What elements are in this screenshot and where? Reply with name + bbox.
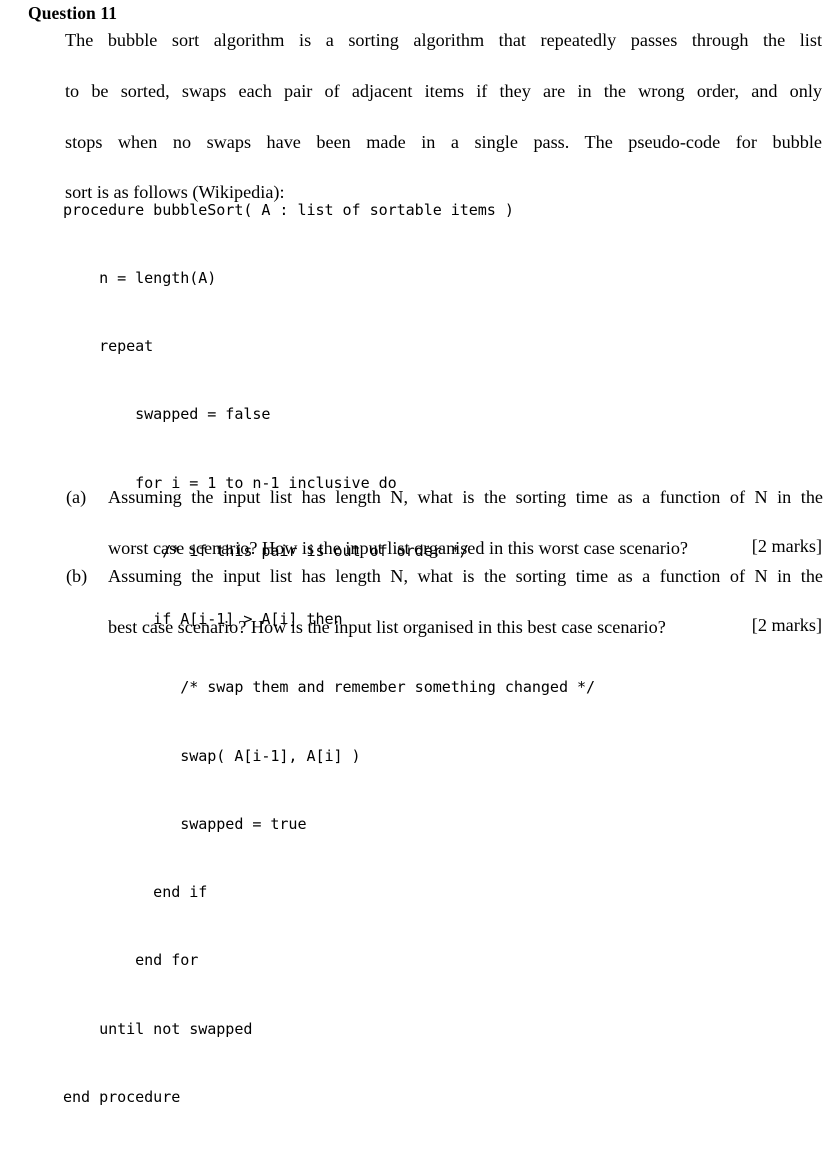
code-line: swap( A[i-1], A[i] ): [63, 746, 361, 765]
code-line: procedure bubbleSort( A : list of sortab…: [63, 200, 514, 219]
code-line: repeat: [63, 337, 154, 355]
sub-question-marker: (b): [66, 566, 88, 586]
code-line: end for: [63, 951, 199, 970]
marks-label-a: [2 marks]: [751, 536, 822, 556]
code-line: until not swapped: [63, 1019, 253, 1038]
sub-question-marker: (a): [66, 487, 87, 507]
code-line: end procedure: [63, 1087, 181, 1106]
marks-label-b: [2 marks]: [751, 615, 822, 635]
intro-line: The bubble sort algorithm is a sorting a…: [65, 30, 822, 50]
code-line: /* swap them and remember something chan…: [63, 678, 596, 697]
code-line: swapped = false: [63, 405, 271, 424]
sub-question-line: Assuming the input list has length N, wh…: [108, 487, 823, 507]
pseudocode-block: procedure bubbleSort( A : list of sortab…: [63, 153, 595, 1154]
code-line: end if: [63, 883, 208, 901]
sub-question-line: Assuming the input list has length N, wh…: [108, 566, 823, 586]
exam-question-page: Question 11 The bubble sort algorithm is…: [0, 0, 831, 1106]
code-line: swapped = true: [63, 814, 307, 833]
code-line: n = length(A): [63, 268, 217, 287]
page-title: Question 11: [28, 3, 118, 23]
intro-line: to be sorted, swaps each pair of adjacen…: [65, 80, 822, 101]
